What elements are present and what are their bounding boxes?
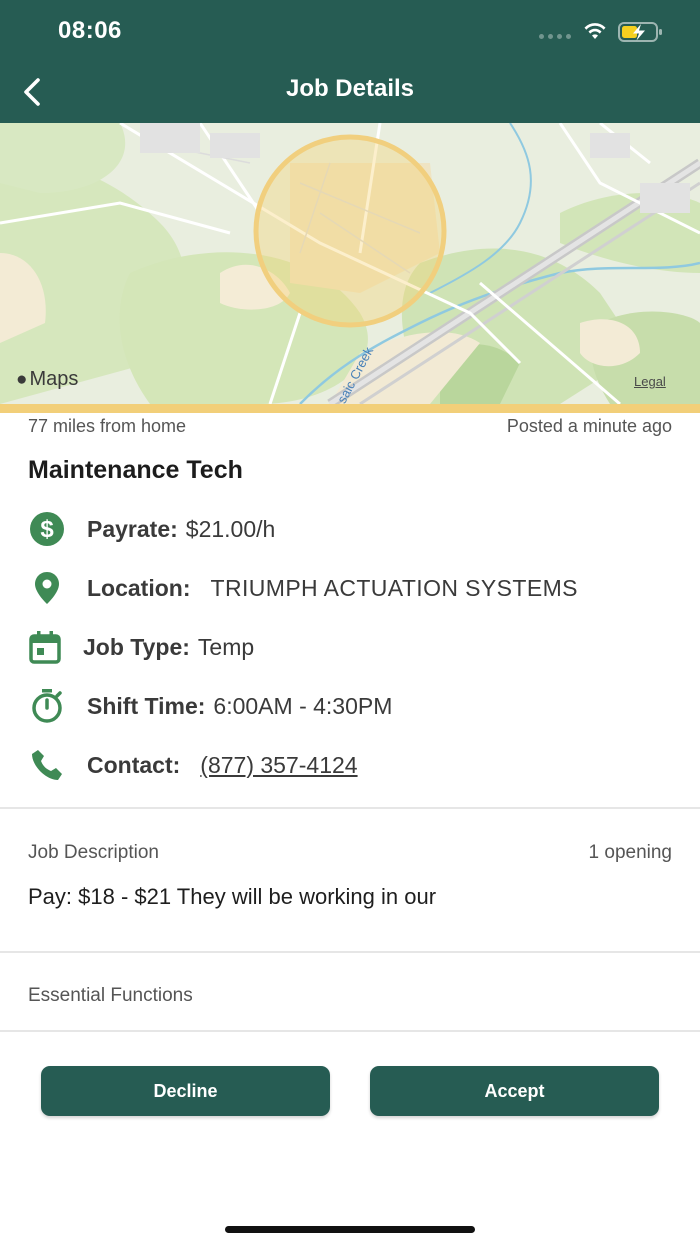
openings-count: 1 opening (588, 842, 672, 863)
map-canvas: saic Creek (0, 123, 700, 404)
job-location-map[interactable]: saic Creek ● Maps Legal (0, 123, 700, 404)
maps-logo: ● Maps (16, 368, 78, 391)
detail-location: Location: TRIUMPH ACTUATION SYSTEMS (28, 568, 578, 608)
job-type-label: Job Type: (83, 633, 190, 660)
shift-time-value: 6:00AM - 4:30PM (213, 692, 393, 719)
payrate-value: $21.00/h (185, 515, 276, 542)
app-header: 08:06 Job Details (0, 0, 700, 123)
essential-functions-heading: Essential Functions (28, 985, 193, 1006)
svg-text:$: $ (40, 516, 54, 543)
dollar-circle-icon: $ (28, 509, 68, 549)
section-divider (0, 807, 700, 809)
job-description-heading: Job Description (28, 842, 159, 863)
stopwatch-icon (28, 686, 68, 726)
phone-icon (28, 745, 68, 785)
job-type-value: Temp (197, 633, 255, 660)
detail-job-type: Job Type: Temp (28, 627, 254, 667)
calendar-icon (28, 627, 68, 667)
map-accent-strip (0, 404, 700, 413)
maps-logo-text: Maps (29, 368, 79, 390)
location-pin-icon (28, 568, 68, 608)
posted-time: Posted a minute ago (506, 416, 672, 436)
home-indicator[interactable] (225, 1226, 475, 1233)
wifi-icon (584, 23, 606, 39)
detail-shift-time: Shift Time: 6:00AM - 4:30PM (28, 686, 392, 726)
cellular-signal-icon (539, 34, 571, 39)
map-legal-link[interactable]: Legal (634, 374, 666, 389)
accept-button[interactable]: Accept (370, 1066, 659, 1116)
detail-contact: Contact: (877) 357-4124 (28, 745, 358, 785)
decline-button[interactable]: Decline (41, 1066, 330, 1116)
section-divider (0, 951, 700, 953)
contact-phone-link[interactable]: (877) 357-4124 (200, 752, 357, 779)
job-description-header: Job Description 1 opening (28, 842, 672, 864)
job-title: Maintenance Tech (28, 456, 243, 484)
distance-text: 77 miles from home (28, 416, 187, 436)
apple-logo-icon: ● (16, 368, 28, 390)
detail-payrate: $ Payrate: $21.00/h (28, 509, 275, 549)
location-value: TRIUMPH ACTUATION SYSTEMS (210, 574, 578, 601)
battery-charging-icon (618, 22, 662, 42)
job-description-text: Pay: $18 - $21 They will be working in o… (28, 884, 437, 909)
shift-time-label: Shift Time: (87, 692, 206, 719)
section-divider (0, 1030, 700, 1032)
job-meta-row: 77 miles from home Posted a minute ago (28, 416, 672, 437)
contact-label: Contact: (87, 751, 181, 778)
page-title: Job Details (285, 75, 415, 102)
payrate-label: Payrate: (87, 515, 178, 542)
location-label: Location: (87, 574, 191, 601)
status-time: 08:06 (58, 17, 122, 44)
